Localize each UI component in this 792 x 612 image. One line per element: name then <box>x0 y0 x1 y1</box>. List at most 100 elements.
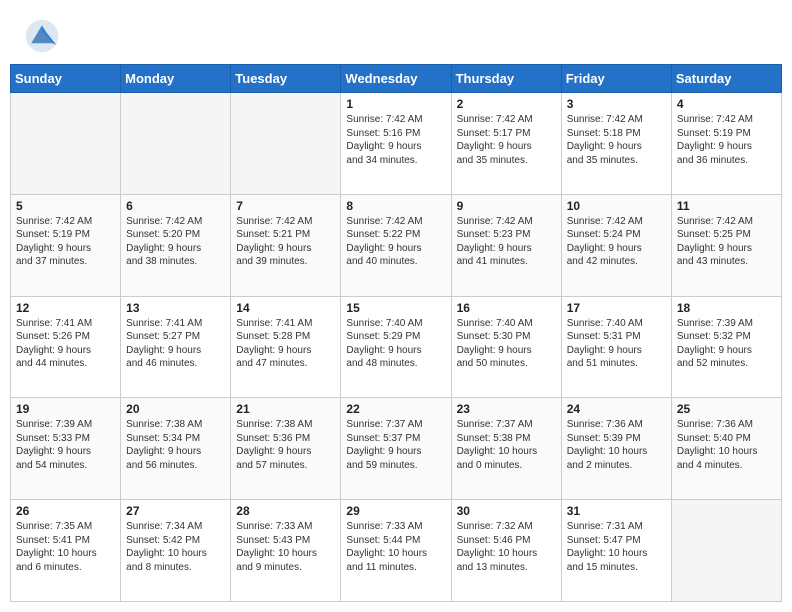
calendar-cell: 9 Sunrise: 7:42 AM Sunset: 5:23 PM Daylig… <box>451 194 561 296</box>
day-number: 28 <box>236 504 335 518</box>
calendar-week-5: 26 Sunrise: 7:35 AM Sunset: 5:41 PM Dayli… <box>11 500 782 602</box>
day-number: 29 <box>346 504 445 518</box>
day-info: Sunrise: 7:32 AM Sunset: 5:46 PM Dayligh… <box>457 520 556 574</box>
calendar-cell: 29Sunrise: 7:33 AM Sunset: 5:44 PM Dayli… <box>341 500 451 602</box>
calendar-cell: 15 Sunrise: 7:40 AM Sunset: 5:29 PM Dayli… <box>341 296 451 398</box>
day-number: 27 <box>126 504 225 518</box>
calendar-cell: 3 Sunrise: 7:42 AM Sunset: 5:18 PM Daylig… <box>561 93 671 195</box>
day-number: 15 <box>346 301 445 315</box>
calendar-cell: 10Sunrise: 7:42 AM Sunset: 5:24 PM Dayli… <box>561 194 671 296</box>
calendar-week-4: 19Sunrise: 7:39 AM Sunset: 5:33 PM Dayli… <box>11 398 782 500</box>
calendar-cell: 31 Sunrise: 7:31 AM Sunset: 5:47 PM Dayli… <box>561 500 671 602</box>
calendar-cell: 11 Sunrise: 7:42 AM Sunset: 5:25 PM Dayli… <box>671 194 781 296</box>
day-number: 25 <box>677 402 776 416</box>
page-header <box>0 0 792 64</box>
day-number: 5 <box>16 199 115 213</box>
day-number: 8 <box>346 199 445 213</box>
calendar-cell: 28 Sunrise: 7:33 AM Sunset: 5:43 PM Dayli… <box>231 500 341 602</box>
day-info: Sunrise: 7:31 AM Sunset: 5:47 PM Dayligh… <box>567 520 666 574</box>
day-number: 7 <box>236 199 335 213</box>
weekday-header-saturday: Saturday <box>671 65 781 93</box>
day-number: 21 <box>236 402 335 416</box>
calendar-cell: 23 Sunrise: 7:37 AM Sunset: 5:38 PM Dayli… <box>451 398 561 500</box>
calendar-week-1: 1 Sunrise: 7:42 AM Sunset: 5:16 PM Daylig… <box>11 93 782 195</box>
calendar-cell: 30 Sunrise: 7:32 AM Sunset: 5:46 PM Dayli… <box>451 500 561 602</box>
day-number: 4 <box>677 97 776 111</box>
day-number: 17 <box>567 301 666 315</box>
calendar-cell: 26 Sunrise: 7:35 AM Sunset: 5:41 PM Dayli… <box>11 500 121 602</box>
day-info: Sunrise: 7:42 AM Sunset: 5:19 PM Dayligh… <box>16 215 115 269</box>
day-info: Sunrise: 7:38 AM Sunset: 5:34 PM Dayligh… <box>126 418 225 472</box>
day-info: Sunrise: 7:42 AM Sunset: 5:17 PM Dayligh… <box>457 113 556 167</box>
calendar-cell <box>671 500 781 602</box>
day-info: Sunrise: 7:37 AM Sunset: 5:37 PM Dayligh… <box>346 418 445 472</box>
day-info: Sunrise: 7:42 AM Sunset: 5:16 PM Dayligh… <box>346 113 445 167</box>
day-info: Sunrise: 7:34 AM Sunset: 5:42 PM Dayligh… <box>126 520 225 574</box>
calendar-cell: 27 Sunrise: 7:34 AM Sunset: 5:42 PM Dayli… <box>121 500 231 602</box>
day-number: 13 <box>126 301 225 315</box>
day-number: 24 <box>567 402 666 416</box>
day-info: Sunrise: 7:41 AM Sunset: 5:26 PM Dayligh… <box>16 317 115 371</box>
calendar-cell: 21 Sunrise: 7:38 AM Sunset: 5:36 PM Dayli… <box>231 398 341 500</box>
weekday-header-wednesday: Wednesday <box>341 65 451 93</box>
calendar-cell: 25Sunrise: 7:36 AM Sunset: 5:40 PM Dayli… <box>671 398 781 500</box>
day-info: Sunrise: 7:33 AM Sunset: 5:43 PM Dayligh… <box>236 520 335 574</box>
calendar-cell: 2 Sunrise: 7:42 AM Sunset: 5:17 PM Daylig… <box>451 93 561 195</box>
day-info: Sunrise: 7:41 AM Sunset: 5:28 PM Dayligh… <box>236 317 335 371</box>
calendar-cell: 1 Sunrise: 7:42 AM Sunset: 5:16 PM Daylig… <box>341 93 451 195</box>
day-info: Sunrise: 7:37 AM Sunset: 5:38 PM Dayligh… <box>457 418 556 472</box>
day-info: Sunrise: 7:42 AM Sunset: 5:19 PM Dayligh… <box>677 113 776 167</box>
day-info: Sunrise: 7:40 AM Sunset: 5:29 PM Dayligh… <box>346 317 445 371</box>
calendar-cell: 17 Sunrise: 7:40 AM Sunset: 5:31 PM Dayli… <box>561 296 671 398</box>
day-info: Sunrise: 7:42 AM Sunset: 5:20 PM Dayligh… <box>126 215 225 269</box>
day-number: 18 <box>677 301 776 315</box>
calendar-cell: 4 Sunrise: 7:42 AM Sunset: 5:19 PM Daylig… <box>671 93 781 195</box>
calendar-cell <box>231 93 341 195</box>
calendar-week-2: 5 Sunrise: 7:42 AM Sunset: 5:19 PM Daylig… <box>11 194 782 296</box>
day-info: Sunrise: 7:39 AM Sunset: 5:32 PM Dayligh… <box>677 317 776 371</box>
day-number: 22 <box>346 402 445 416</box>
day-info: Sunrise: 7:41 AM Sunset: 5:27 PM Dayligh… <box>126 317 225 371</box>
calendar-cell: 8 Sunrise: 7:42 AM Sunset: 5:22 PM Daylig… <box>341 194 451 296</box>
day-number: 26 <box>16 504 115 518</box>
day-info: Sunrise: 7:35 AM Sunset: 5:41 PM Dayligh… <box>16 520 115 574</box>
day-info: Sunrise: 7:42 AM Sunset: 5:21 PM Dayligh… <box>236 215 335 269</box>
logo <box>24 18 64 54</box>
day-number: 2 <box>457 97 556 111</box>
day-info: Sunrise: 7:40 AM Sunset: 5:31 PM Dayligh… <box>567 317 666 371</box>
calendar-cell: 19Sunrise: 7:39 AM Sunset: 5:33 PM Dayli… <box>11 398 121 500</box>
day-info: Sunrise: 7:40 AM Sunset: 5:30 PM Dayligh… <box>457 317 556 371</box>
day-number: 14 <box>236 301 335 315</box>
calendar-cell: 5 Sunrise: 7:42 AM Sunset: 5:19 PM Daylig… <box>11 194 121 296</box>
day-info: Sunrise: 7:42 AM Sunset: 5:18 PM Dayligh… <box>567 113 666 167</box>
day-number: 1 <box>346 97 445 111</box>
day-number: 9 <box>457 199 556 213</box>
day-number: 3 <box>567 97 666 111</box>
day-info: Sunrise: 7:38 AM Sunset: 5:36 PM Dayligh… <box>236 418 335 472</box>
weekday-header-row: SundayMondayTuesdayWednesdayThursdayFrid… <box>11 65 782 93</box>
calendar-table: SundayMondayTuesdayWednesdayThursdayFrid… <box>10 64 782 602</box>
day-info: Sunrise: 7:42 AM Sunset: 5:24 PM Dayligh… <box>567 215 666 269</box>
day-number: 11 <box>677 199 776 213</box>
day-info: Sunrise: 7:42 AM Sunset: 5:25 PM Dayligh… <box>677 215 776 269</box>
calendar-cell: 16 Sunrise: 7:40 AM Sunset: 5:30 PM Dayli… <box>451 296 561 398</box>
calendar-cell: 12 Sunrise: 7:41 AM Sunset: 5:26 PM Dayli… <box>11 296 121 398</box>
day-number: 12 <box>16 301 115 315</box>
weekday-header-friday: Friday <box>561 65 671 93</box>
calendar-cell: 7 Sunrise: 7:42 AM Sunset: 5:21 PM Daylig… <box>231 194 341 296</box>
day-number: 23 <box>457 402 556 416</box>
day-info: Sunrise: 7:42 AM Sunset: 5:23 PM Dayligh… <box>457 215 556 269</box>
day-number: 6 <box>126 199 225 213</box>
weekday-header-sunday: Sunday <box>11 65 121 93</box>
calendar-cell: 18 Sunrise: 7:39 AM Sunset: 5:32 PM Dayli… <box>671 296 781 398</box>
logo-icon <box>24 18 60 54</box>
day-info: Sunrise: 7:36 AM Sunset: 5:39 PM Dayligh… <box>567 418 666 472</box>
day-number: 31 <box>567 504 666 518</box>
weekday-header-monday: Monday <box>121 65 231 93</box>
day-info: Sunrise: 7:42 AM Sunset: 5:22 PM Dayligh… <box>346 215 445 269</box>
day-number: 16 <box>457 301 556 315</box>
calendar-cell: 22 Sunrise: 7:37 AM Sunset: 5:37 PM Dayli… <box>341 398 451 500</box>
calendar-cell: 24 Sunrise: 7:36 AM Sunset: 5:39 PM Dayli… <box>561 398 671 500</box>
day-number: 20 <box>126 402 225 416</box>
day-number: 30 <box>457 504 556 518</box>
